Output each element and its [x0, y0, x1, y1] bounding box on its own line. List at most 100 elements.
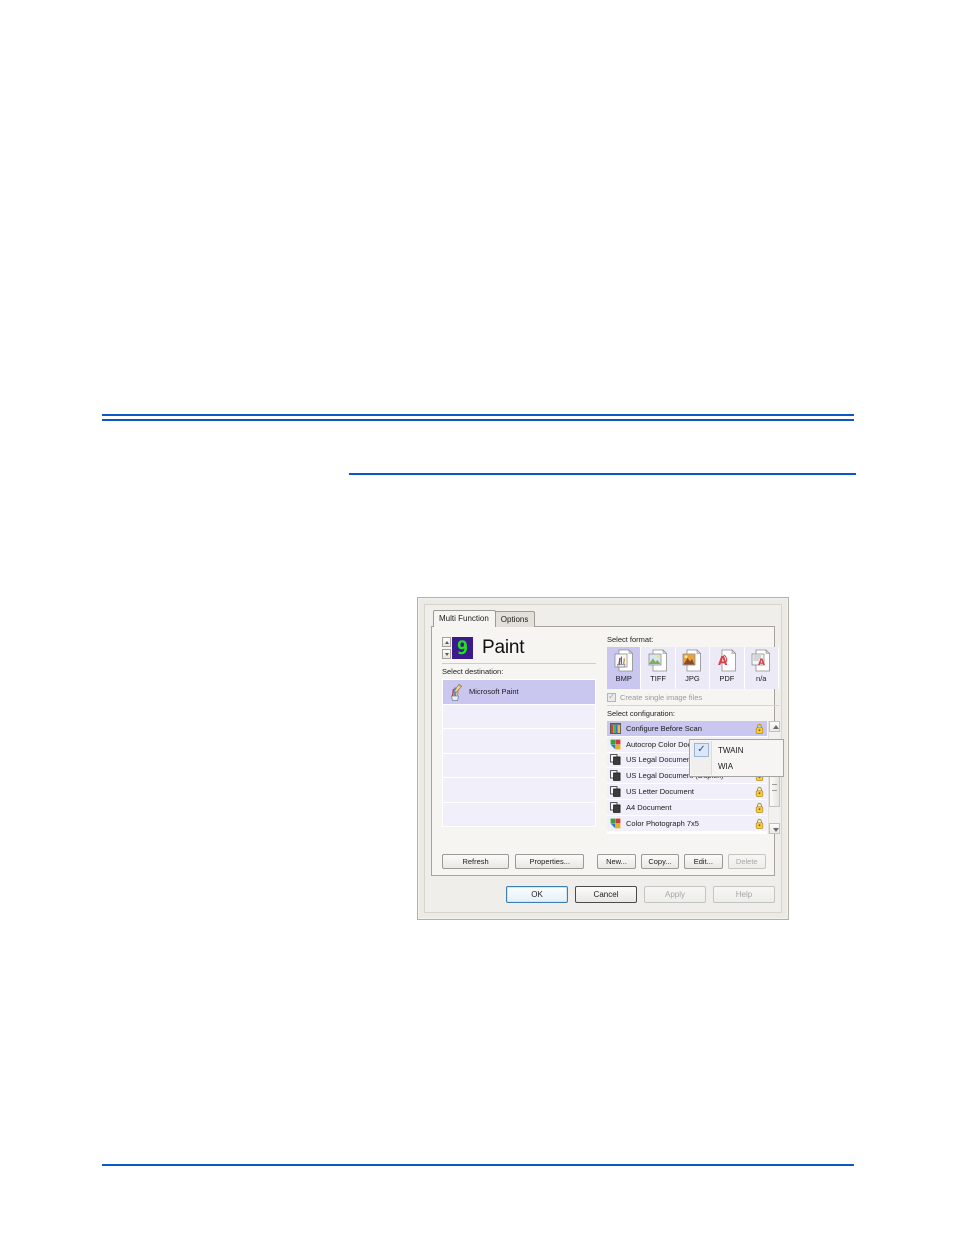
text-file-icon: A [751, 649, 771, 673]
format-divider [607, 705, 779, 706]
color-pages-icon [610, 818, 621, 829]
menu-item-wia[interactable]: WIA [690, 758, 783, 774]
format-option-tiff[interactable]: TIFF [641, 647, 676, 689]
help-button[interactable]: Help [713, 885, 775, 903]
list-item[interactable] [443, 778, 595, 803]
new-button-label: New... [606, 856, 627, 866]
scroll-up-icon[interactable] [769, 721, 780, 732]
dialog-footer: OK Cancel Apply Help [431, 882, 775, 906]
lock-icon [755, 786, 764, 797]
cancel-button-label: Cancel [593, 889, 619, 899]
top-rule-line-1 [102, 414, 854, 416]
configuration-scrollbar[interactable] [768, 721, 780, 834]
table-row-label: US Letter Document [626, 787, 694, 797]
delete-button[interactable]: Delete [727, 853, 766, 869]
lock-icon [755, 802, 764, 813]
ok-button[interactable]: OK [506, 885, 568, 903]
edit-button[interactable]: Edit... [684, 853, 723, 869]
tab-strip: Multi Function Options [433, 610, 536, 627]
select-configuration-label: Select configuration: [607, 709, 675, 718]
tiff-file-icon [648, 649, 668, 673]
properties-button[interactable]: Properties... [515, 853, 585, 869]
spinner-down-icon[interactable] [442, 649, 451, 659]
tab-options[interactable]: Options [494, 611, 536, 627]
menu-item-twain[interactable]: ✓ TWAIN [690, 742, 783, 758]
jpg-file-icon [682, 649, 702, 673]
list-item[interactable] [443, 729, 595, 754]
menu-item-twain-label: TWAIN [718, 745, 744, 755]
app-title-text: Paint [482, 637, 525, 658]
destination-column: 9 Paint Select destination: Microsoft Pa… [442, 635, 596, 827]
copy-button[interactable]: Copy... [640, 853, 680, 869]
table-row[interactable]: Configure Before Scan [607, 721, 767, 737]
button-selector: 9 Paint [442, 635, 596, 661]
create-single-image-files-label: Create single image files [620, 692, 703, 702]
page-title: Paint [482, 637, 525, 659]
new-button[interactable]: New... [597, 853, 636, 869]
table-row-label: Configure Before Scan [626, 723, 702, 733]
properties-button-label: Properties... [529, 856, 570, 866]
select-destination-label: Select destination: [442, 667, 504, 676]
select-format-label: Select format: [607, 635, 654, 644]
button-number-value: 9 [456, 636, 469, 659]
delete-button-label: Delete [735, 856, 758, 866]
gray-pages-icon [610, 754, 621, 766]
table-row[interactable]: US Letter Document [607, 784, 767, 800]
list-item[interactable]: Microsoft Paint [443, 680, 595, 705]
cancel-button[interactable]: Cancel [575, 885, 637, 903]
scroll-down-icon[interactable] [769, 823, 780, 834]
tab-multi-function[interactable]: Multi Function [433, 610, 496, 627]
format-option-jpg[interactable]: JPG [675, 647, 711, 689]
top-rule-line-2 [102, 419, 854, 421]
button-number-display: 9 [452, 637, 473, 659]
list-item[interactable] [443, 753, 595, 779]
destination-list[interactable]: Microsoft Paint [442, 679, 596, 827]
format-option-na[interactable]: A n/a [744, 647, 779, 689]
format-option-bmp-label: BMP [615, 674, 632, 683]
tab-options-label: Options [500, 615, 529, 624]
format-option-na-label: n/a [756, 674, 767, 683]
title-divider [442, 663, 596, 664]
color-grid-icon [610, 722, 621, 734]
bmp-file-icon [614, 649, 634, 673]
check-icon: ✓ [694, 743, 709, 757]
gray-pages-icon [610, 786, 621, 797]
format-selector: BMP TIFF JPG A PDF A n/a [607, 647, 779, 689]
format-option-pdf[interactable]: A PDF [710, 647, 745, 689]
gray-pages-icon [610, 770, 621, 782]
bottom-rule [102, 1164, 854, 1166]
create-single-image-files-checkbox[interactable]: Create single image files [607, 691, 779, 703]
format-option-tiff-label: TIFF [650, 674, 666, 683]
button-number-spinner[interactable] [442, 637, 451, 659]
top-double-rule [102, 414, 854, 421]
paint-cup-icon [447, 683, 463, 701]
action-button-row: Refresh Properties... New... Copy... Edi… [442, 853, 766, 869]
tab-multi-function-label: Multi Function [439, 614, 489, 623]
list-item[interactable] [443, 704, 595, 730]
list-item-label: Microsoft Paint [469, 687, 519, 697]
scanner-driver-context-menu: ✓ TWAIN WIA [689, 739, 784, 777]
table-row-label: Color Photograph 7x5 [626, 818, 699, 828]
configuration-list[interactable]: Configure Before Scan Autocrop Color Doc… [607, 721, 767, 834]
scrollbar-grip-icon [772, 784, 777, 791]
lock-icon [755, 818, 764, 829]
refresh-button[interactable]: Refresh [442, 853, 510, 869]
help-button-label: Help [735, 889, 753, 899]
svg-text:A: A [758, 658, 765, 668]
checkbox-icon[interactable] [607, 691, 616, 702]
edit-button-label: Edit... [693, 856, 713, 866]
format-option-bmp[interactable]: BMP [607, 647, 642, 689]
gray-pages-icon [610, 802, 621, 813]
menu-item-wia-label: WIA [718, 761, 734, 771]
lock-icon [755, 723, 764, 734]
format-option-jpg-label: JPG [685, 674, 700, 683]
table-row[interactable]: Color Photograph 7x5 [607, 815, 767, 832]
table-row-label: A4 Document [626, 802, 672, 812]
format-configuration-column: Select format: BMP TIFF JPG A PDF A n/a … [607, 635, 780, 834]
refresh-button-label: Refresh [462, 856, 489, 866]
spinner-up-icon[interactable] [442, 637, 451, 647]
copy-button-label: Copy... [648, 856, 672, 866]
table-row[interactable]: A4 Document [607, 799, 767, 816]
apply-button[interactable]: Apply [644, 885, 706, 903]
list-item[interactable] [443, 802, 595, 826]
